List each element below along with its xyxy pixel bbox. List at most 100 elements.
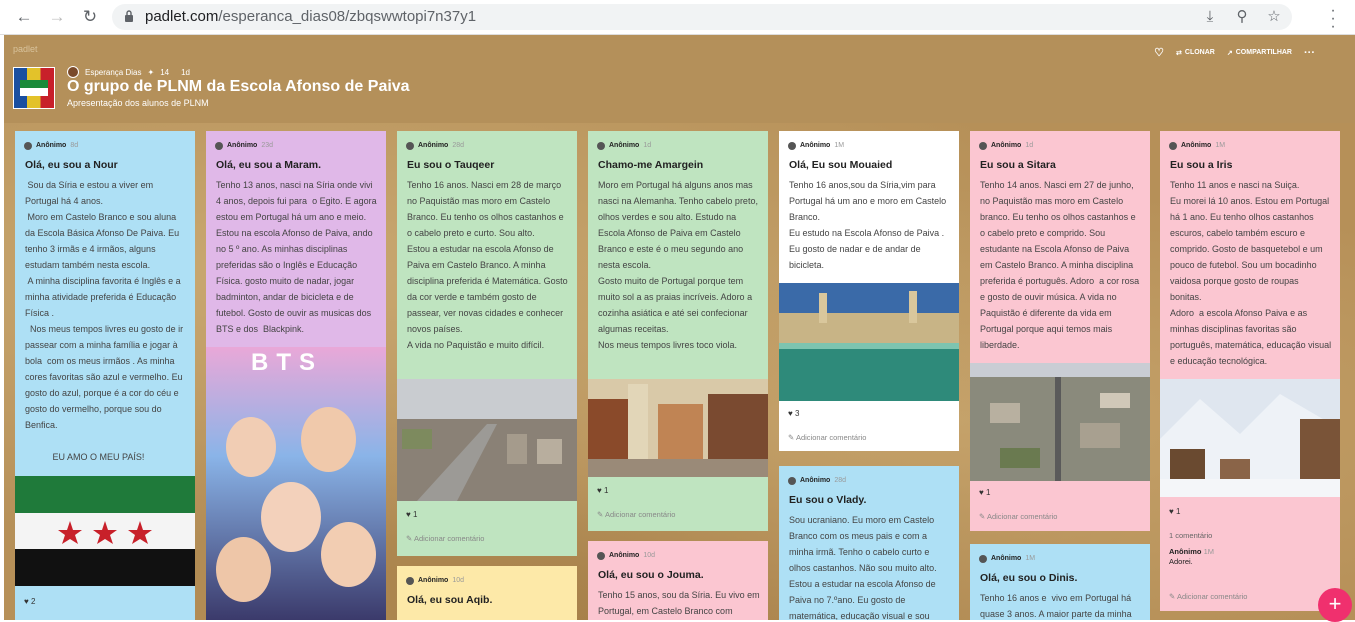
add-comment-button[interactable]: ✎ Adicionar comentário xyxy=(788,430,866,446)
board-header: padlet ♡ ⇄ CLONAR ↗ COMPARTILHAR ··· Esper… xyxy=(4,35,1355,123)
comment: Anônimo 1M Adorei. xyxy=(1169,547,1215,566)
mosque-image xyxy=(779,283,959,401)
lock-icon xyxy=(125,10,133,22)
zoom-icon[interactable]: ⚲ xyxy=(1232,7,1252,27)
post-title: Eu sou o Vlady. xyxy=(789,494,867,506)
back-icon[interactable]: ← xyxy=(14,7,34,27)
bts-image: BTS xyxy=(206,347,386,620)
post-card[interactable]: Anônimo 8d Olá, eu sou a Nour Sou da Síri… xyxy=(15,131,195,620)
avatar xyxy=(979,555,987,563)
post-meta: Anônimo 1M xyxy=(1169,138,1225,154)
like-count[interactable]: ♥ 1 xyxy=(597,483,608,499)
star-icon[interactable]: ☆ xyxy=(1264,7,1284,27)
share-icon: ↗ xyxy=(1226,49,1233,57)
post-card[interactable]: Anônimo 10d Olá, eu sou o Jouma. Tenho 15… xyxy=(588,541,768,620)
post-body: Tenho 11 anos e nasci na Suiça. Eu morei… xyxy=(1170,180,1332,366)
add-comment-button[interactable]: ✎ Adicionar comentário xyxy=(1169,589,1247,605)
post-title: Olá, eu sou a Nour xyxy=(25,159,118,171)
avatar xyxy=(24,142,32,150)
board-icon xyxy=(13,67,55,109)
post-body: Moro em Portugal há alguns anos mas nasc… xyxy=(598,180,758,350)
aerial-city-image xyxy=(970,363,1150,481)
town-image xyxy=(588,379,768,477)
avatar xyxy=(406,142,414,150)
avatar xyxy=(788,142,796,150)
brand-logo[interactable]: padlet xyxy=(13,44,38,54)
avatar xyxy=(979,142,987,150)
post-meta: Anônimo 23d xyxy=(215,138,273,154)
post-card[interactable]: Anônimo 1d Chamo-me Amargein Moro em Port… xyxy=(588,131,768,531)
post-meta: Anônimo 1M xyxy=(979,551,1035,567)
post-card[interactable]: Anônimo 28d Eu sou o Tauqeer Tenho 16 ano… xyxy=(397,131,577,556)
post-card[interactable]: Anônimo 1M Olá, Eu sou Mouaied Tenho 16 a… xyxy=(779,131,959,451)
post-title: Eu sou a Sitara xyxy=(980,159,1056,171)
post-card[interactable]: Anônimo 10d Olá, eu sou Aqib. xyxy=(397,566,577,620)
author-row: Esperança Dias ✦ 14 1d xyxy=(67,66,190,78)
install-icon[interactable]: ⤓ xyxy=(1200,7,1220,27)
post-meta: Anônimo 28d xyxy=(788,473,846,489)
avatar xyxy=(788,477,796,485)
reload-icon[interactable]: ↻ xyxy=(80,7,100,27)
post-meta: Anônimo 1d xyxy=(597,138,651,154)
like-count: 14 xyxy=(160,67,170,77)
more-icon[interactable]: ··· xyxy=(1304,47,1315,59)
post-title: Chamo-me Amargein xyxy=(598,159,704,171)
like-count[interactable]: ♥ 1 xyxy=(979,485,990,501)
post-meta: Anônimo 1M xyxy=(788,138,844,154)
padlet-board: padlet ♡ ⇄ CLONAR ↗ COMPARTILHAR ··· Esper… xyxy=(4,35,1355,620)
avatar xyxy=(215,142,223,150)
mountain-village-image xyxy=(1160,379,1340,497)
avatar[interactable] xyxy=(67,66,79,78)
add-comment-button[interactable]: ✎ Adicionar comentário xyxy=(406,531,484,547)
post-body: Sou ucraniano. Eu moro em Castelo Branco… xyxy=(789,515,940,620)
url-text: padlet.com/esperanca_dias08/zbqswwtopi7n… xyxy=(145,8,477,25)
add-post-button[interactable]: + xyxy=(1318,588,1352,622)
like-icon: ✦ xyxy=(147,67,155,77)
avatar xyxy=(406,577,414,585)
image-caption: BTS xyxy=(251,349,323,376)
add-comment-button[interactable]: ✎ Adicionar comentário xyxy=(979,509,1057,525)
post-card[interactable]: Anônimo 1M Eu sou a Iris Tenho 11 anos e … xyxy=(1160,131,1340,611)
post-meta: Anônimo 10d xyxy=(597,548,655,564)
post-meta: Anônimo 10d xyxy=(406,573,464,589)
post-body: Tenho 16 anos e vivo em Portugal há quas… xyxy=(980,593,1134,619)
post-title: Olá, eu sou Aqib. xyxy=(407,594,493,606)
post-meta: Anônimo 1d xyxy=(979,138,1033,154)
browser-toolbar: ← → ↻ padlet.com/esperanca_dias08/zbqsww… xyxy=(0,0,1355,35)
comment-count[interactable]: 1 comentário xyxy=(1169,528,1212,544)
header-actions: ♡ ⇄ CLONAR ↗ COMPARTILHAR ··· xyxy=(1154,46,1315,60)
avatar xyxy=(597,142,605,150)
forward-icon[interactable]: → xyxy=(47,7,67,27)
add-comment-button[interactable]: ✎ Adicionar comentário xyxy=(597,507,675,523)
board-age: 1d xyxy=(181,67,190,77)
post-body: Tenho 15 anos, sou da Síria. Eu vivo em … xyxy=(598,590,763,616)
post-body: Tenho 14 anos. Nasci em 27 de junho, no … xyxy=(980,180,1142,350)
flag-image xyxy=(15,476,195,586)
menu-icon[interactable]: · · · xyxy=(1328,3,1338,35)
author-name[interactable]: Esperança Dias xyxy=(85,68,141,77)
post-card[interactable]: Anônimo 28d Eu sou o Vlady. Sou ucraniano… xyxy=(779,466,959,620)
like-count[interactable]: ♥ 1 xyxy=(406,507,417,523)
share-button[interactable]: ↗ COMPARTILHAR xyxy=(1227,49,1292,57)
post-card[interactable]: Anônimo 1M Olá, eu sou o Dinis. Tenho 16 … xyxy=(970,544,1150,620)
like-count[interactable]: ♥ 3 xyxy=(788,406,799,422)
post-title: Olá, eu sou o Jouma. xyxy=(598,569,704,581)
address-bar[interactable]: padlet.com/esperanca_dias08/zbqswwtopi7n… xyxy=(112,4,1292,30)
post-meta: Anônimo 8d xyxy=(24,138,78,154)
clone-button[interactable]: ⇄ CLONAR xyxy=(1176,49,1215,57)
page-subtitle: Apresentação dos alunos de PLNM xyxy=(67,98,209,108)
clone-icon: ⇄ xyxy=(1176,49,1182,57)
city-image xyxy=(397,379,577,501)
post-body: Tenho 16 anos,sou da Síria,vim para Port… xyxy=(789,180,947,270)
post-body: Tenho 16 anos. Nasci em 28 de março no P… xyxy=(407,180,568,350)
post-title: Eu sou a Iris xyxy=(1170,159,1233,171)
like-count[interactable]: ♥ 2 xyxy=(24,594,35,610)
like-count[interactable]: ♥ 1 xyxy=(1169,504,1180,520)
post-card[interactable]: Anônimo 23d Olá, eu sou a Maram. Tenho 13… xyxy=(206,131,386,620)
post-body: Sou da Síria e estou a viver em Portugal… xyxy=(25,180,184,462)
page-title: O grupo de PLNM da Escola Afonso de Paiv… xyxy=(67,78,410,95)
avatar xyxy=(1169,142,1177,150)
heart-icon[interactable]: ♡ xyxy=(1154,46,1164,59)
post-card[interactable]: Anônimo 1d Eu sou a Sitara Tenho 14 anos.… xyxy=(970,131,1150,531)
post-body: Tenho 13 anos, nasci na Síria onde vivi … xyxy=(216,180,380,334)
